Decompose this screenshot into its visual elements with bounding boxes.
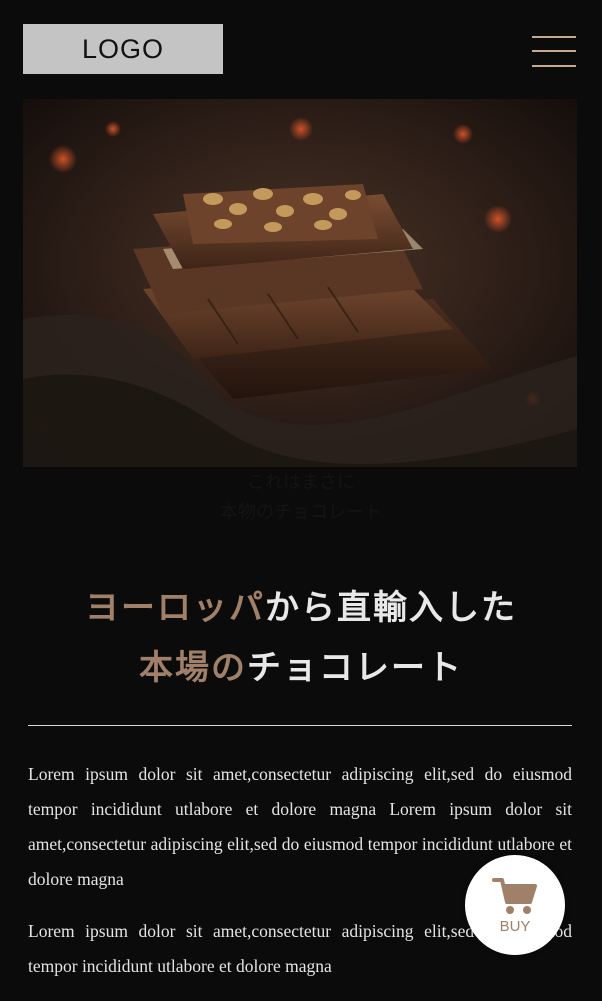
hamburger-menu-icon[interactable] (532, 35, 576, 69)
caption-line: 本物のチョコレート (220, 502, 382, 523)
headline-accent: ヨーロッパ (85, 588, 265, 628)
menu-line (532, 65, 576, 67)
divider (28, 725, 572, 726)
headline-text: から直輸入した (265, 588, 517, 628)
site-header: LOGO (0, 0, 602, 97)
menu-line (532, 36, 576, 38)
shopping-cart-icon (492, 877, 537, 914)
hero-image (23, 99, 577, 467)
headline-accent: 本場の (139, 648, 247, 688)
headline-line-2: 本場のチョコレート (0, 638, 602, 698)
section-headline: ヨーロッパから直輸入した 本場のチョコレート (0, 578, 602, 698)
headline-text: チョコレート (247, 648, 463, 688)
menu-line (532, 50, 576, 52)
hero-caption: これはまさに 本物のチョコレート (0, 468, 602, 528)
headline-line-1: ヨーロッパから直輸入した (0, 578, 602, 638)
logo[interactable]: LOGO (23, 24, 223, 74)
caption-line: これはまさに (247, 472, 355, 493)
buy-label: BUY (499, 917, 531, 935)
chocolate-bars-photo (23, 99, 577, 467)
buy-button[interactable]: BUY (465, 855, 565, 955)
